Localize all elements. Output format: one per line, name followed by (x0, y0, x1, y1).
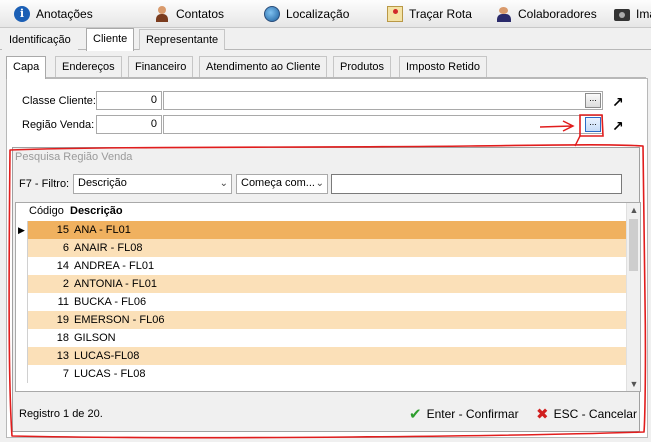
row-description: LUCAS-FL08 (74, 350, 140, 362)
row-description: EMERSON - FL06 (74, 314, 165, 326)
pesquisa-regiao-popup: Pesquisa Região Venda F7 - Filtro: Descr… (12, 147, 641, 432)
cross-icon: ✖ (536, 406, 549, 423)
record-status: Registro 1 de 20. (19, 408, 103, 420)
col-header-descricao[interactable]: Descrição (70, 205, 123, 217)
row-indicator: ▶ (16, 221, 28, 239)
row-description: ANTONIA - FL01 (74, 278, 157, 290)
grid-header: Código Descrição (16, 203, 628, 220)
scroll-thumb[interactable] (629, 219, 638, 271)
tab-imposto-retido[interactable]: Imposto Retido (399, 56, 487, 77)
globe-icon (264, 6, 280, 22)
table-row[interactable]: 19 EMERSON - FL06 (16, 311, 628, 329)
table-row[interactable]: 6 ANAIR - FL08 (16, 239, 628, 257)
chevron-down-icon: ⌄ (219, 178, 228, 189)
regiao-venda-goto-icon[interactable]: ↗ (612, 119, 626, 133)
camera-icon (614, 9, 630, 21)
people-icon (496, 6, 512, 22)
regiao-venda-code-input[interactable]: 0 (96, 115, 162, 134)
filter-field-select[interactable]: Descrição ⌄ (73, 174, 232, 194)
row-code: 11 (57, 296, 69, 308)
scroll-down-icon[interactable]: ▼ (627, 377, 640, 391)
vertical-scrollbar[interactable]: ▲ ▼ (626, 203, 640, 391)
cancel-button[interactable]: ✖ ESC - Cancelar (536, 404, 637, 424)
contatos-button[interactable]: Contatos (154, 3, 224, 25)
table-row[interactable]: 2 ANTONIA - FL01 (16, 275, 628, 293)
localizacao-button[interactable]: Localização (264, 3, 349, 25)
classe-cliente-desc-field (163, 91, 603, 110)
row-code: 13 (56, 350, 69, 362)
tab-financeiro[interactable]: Financeiro (128, 56, 194, 77)
filter-mode-select[interactable]: Começa com... ⌄ (236, 174, 328, 194)
classe-cliente-code-input[interactable]: 0 (96, 91, 162, 110)
tab-identificacao[interactable]: Identificação (2, 29, 78, 50)
tab-cliente[interactable]: Cliente (86, 28, 135, 51)
results-grid: Código Descrição ▶ 15 ANA - FL01 6 ANAIR - F… (15, 202, 641, 392)
table-row[interactable]: 13 LUCAS-FL08 (16, 347, 628, 365)
regiao-venda-desc-field (163, 115, 603, 134)
table-row[interactable]: 14 ANDREA - FL01 (16, 257, 628, 275)
row-indicator (16, 275, 28, 293)
tab-representante[interactable]: Representante (139, 29, 226, 50)
row-code: 2 (62, 278, 69, 290)
info-icon: i (14, 6, 30, 22)
chevron-down-icon: ⌄ (315, 178, 324, 189)
tab-produtos[interactable]: Produtos (333, 56, 392, 77)
regiao-venda-search-button[interactable]: ... (585, 117, 601, 132)
confirm-button[interactable]: ✔ Enter - Confirmar (409, 404, 519, 424)
row-description: ANAIR - FL08 (74, 242, 143, 254)
filter-search-input[interactable] (331, 174, 622, 194)
row-code: 19 (56, 314, 69, 326)
row-description: GILSON (74, 332, 116, 344)
row-code: 6 (62, 242, 69, 254)
row-code: 7 (62, 368, 69, 380)
tab-atendimento[interactable]: Atendimento ao Cliente (199, 56, 328, 77)
classe-cliente-label: Classe Cliente: (22, 95, 96, 107)
imagens-button[interactable]: Ima (614, 3, 651, 25)
person-icon (154, 6, 170, 22)
table-row[interactable]: ▶ 15 ANA - FL01 (16, 221, 628, 239)
colaboradores-button[interactable]: Colaboradores (496, 3, 597, 25)
sub-tabs: Capa Endereços Financeiro Atendimento ao… (6, 56, 646, 79)
table-row[interactable]: 18 GILSON (16, 329, 628, 347)
row-indicator (16, 347, 28, 365)
row-indicator (16, 329, 28, 347)
row-code: 15 (56, 224, 69, 236)
col-header-codigo[interactable]: Código (29, 205, 64, 217)
map-icon (387, 6, 403, 22)
tab-capa[interactable]: Capa (6, 56, 47, 79)
row-description: ANDREA - FL01 (74, 260, 155, 272)
row-indicator (16, 365, 28, 383)
row-code: 14 (56, 260, 69, 272)
popup-title: Pesquisa Região Venda (15, 151, 133, 163)
row-description: BUCKA - FL06 (74, 296, 147, 308)
tab-enderecos[interactable]: Endereços (55, 56, 122, 77)
anotacoes-button[interactable]: i Anotações (14, 3, 93, 25)
scroll-up-icon[interactable]: ▲ (627, 203, 640, 217)
check-icon: ✔ (409, 406, 422, 423)
tracar-rota-button[interactable]: Traçar Rota (387, 3, 472, 25)
row-description: LUCAS - FL08 (74, 368, 146, 380)
row-indicator (16, 239, 28, 257)
top-toolbar: i Anotações Contatos Localização Traçar … (0, 0, 651, 28)
main-tabs: Identificação Cliente Representante (0, 28, 651, 51)
classe-cliente-search-button[interactable]: ... (585, 93, 601, 108)
row-indicator (16, 293, 28, 311)
row-indicator (16, 311, 28, 329)
row-code: 18 (56, 332, 69, 344)
table-row[interactable]: 11 BUCKA - FL06 (16, 293, 628, 311)
row-indicator (16, 257, 28, 275)
table-row[interactable]: 7 LUCAS - FL08 (16, 365, 628, 383)
regiao-venda-label: Região Venda: (22, 119, 95, 131)
filter-label: F7 - Filtro: (19, 178, 70, 190)
classe-cliente-goto-icon[interactable]: ↗ (612, 95, 626, 109)
row-description: ANA - FL01 (74, 224, 131, 236)
